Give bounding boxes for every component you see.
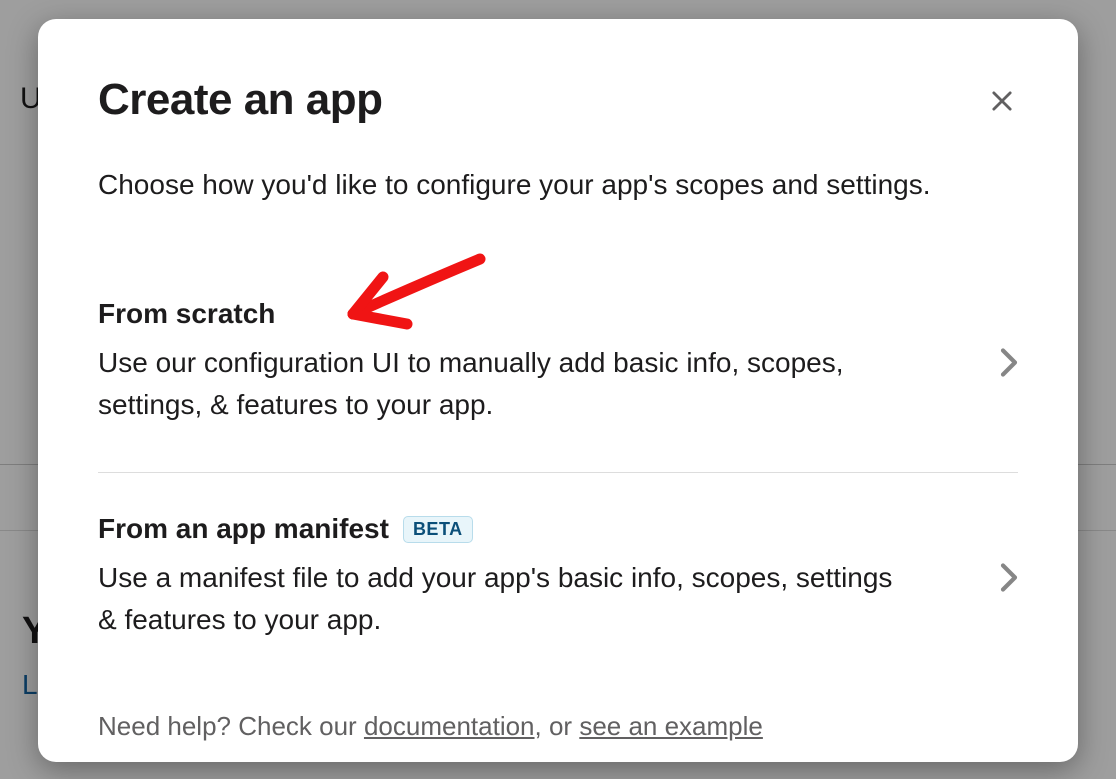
options-list: From scratch Use our configuration UI to… bbox=[38, 274, 1078, 671]
chevron-right-icon bbox=[998, 348, 1020, 383]
chevron-right-icon bbox=[998, 563, 1020, 598]
option-title: From an app manifest bbox=[98, 513, 389, 545]
create-app-modal: Create an app Choose how you'd like to c… bbox=[38, 19, 1078, 762]
modal-title: Create an app bbox=[98, 75, 1018, 125]
close-icon bbox=[988, 87, 1016, 115]
option-description: Use a manifest file to add your app's ba… bbox=[98, 557, 918, 641]
modal-subtitle: Choose how you'd like to configure your … bbox=[38, 125, 1078, 204]
documentation-link[interactable]: documentation bbox=[364, 711, 535, 741]
option-from-scratch[interactable]: From scratch Use our configuration UI to… bbox=[38, 274, 1078, 456]
option-from-manifest[interactable]: From an app manifest BETA Use a manifest… bbox=[38, 489, 1078, 671]
option-description: Use our configuration UI to manually add… bbox=[98, 342, 918, 426]
beta-badge: BETA bbox=[403, 516, 473, 543]
help-text: Need help? Check our documentation, or s… bbox=[38, 671, 1078, 742]
option-title: From scratch bbox=[98, 298, 275, 330]
divider bbox=[98, 472, 1018, 473]
close-button[interactable] bbox=[980, 79, 1024, 123]
see-example-link[interactable]: see an example bbox=[579, 711, 763, 741]
